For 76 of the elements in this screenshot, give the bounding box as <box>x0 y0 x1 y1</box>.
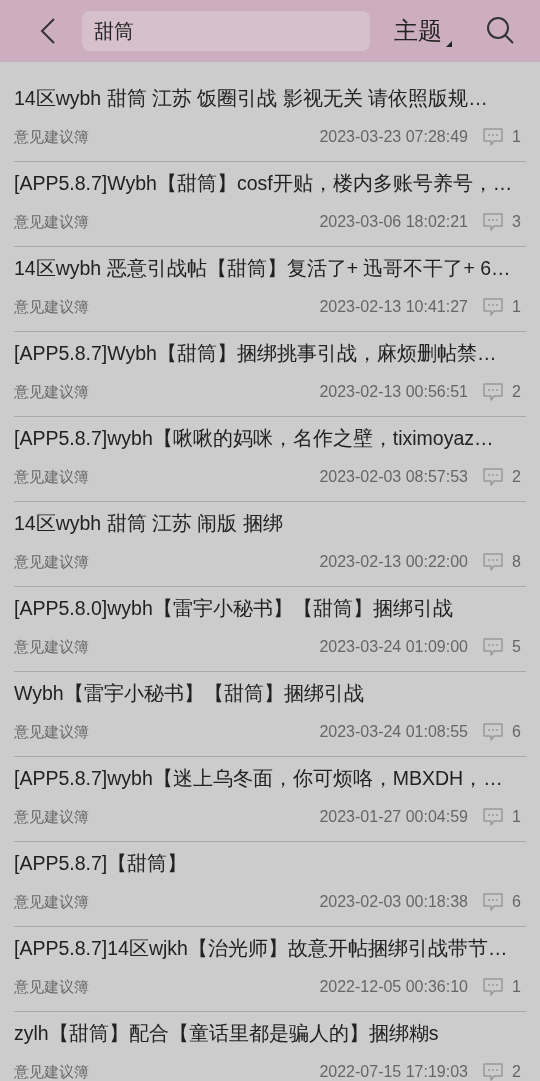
post-item[interactable]: [APP5.8.7]wybh【啾啾的妈咪，名作之壁，tiximoyaz… 意见建议簿 2023-02-03 08:57:53 2 <box>14 417 526 502</box>
board-name: 意见建议簿 <box>14 806 89 827</box>
reply-count: 8 <box>512 552 522 572</box>
board-name: 意见建议簿 <box>14 211 89 232</box>
comment-icon <box>482 722 504 742</box>
post-title: 14区wybh 甜筒 江苏 饭圈引战 影视无关 请依照版规… <box>14 86 489 111</box>
board-name: 意见建议簿 <box>14 891 89 912</box>
post-time: 2023-02-13 00:56:51 <box>319 382 468 402</box>
board-name: 意见建议簿 <box>14 296 89 317</box>
comment-icon <box>482 382 504 402</box>
post-time: 2023-03-23 07:28:49 <box>319 127 468 147</box>
board-name: 意见建议簿 <box>14 126 89 147</box>
post-title: 14区wybh 恶意引战帖【甜筒】复活了+ 迅哥不干了+ 6… <box>14 256 512 281</box>
post-time: 2022-07-15 17:19:03 <box>319 1062 468 1081</box>
post-item[interactable]: [APP5.8.7]【甜筒】 意见建议簿 2023-02-03 00:18:38 6 <box>14 842 526 927</box>
post-time: 2023-02-13 00:22:00 <box>319 552 468 572</box>
board-name: 意见建议簿 <box>14 721 89 742</box>
post-title: [APP5.8.7]14区wjkh【治光师】故意开帖捆绑引战带节… <box>14 936 509 961</box>
post-title: [APP5.8.7]wybh【啾啾的妈咪，名作之壁，tiximoyaz… <box>14 426 495 451</box>
comment-icon <box>482 807 504 827</box>
post-time: 2023-03-24 01:09:00 <box>319 637 468 657</box>
comment-icon <box>482 212 504 232</box>
post-item[interactable]: Wybh【雷宇小秘书】【甜筒】捆绑引战 意见建议簿 2023-03-24 01:08:55 6 <box>14 672 526 757</box>
post-item[interactable]: 14区wybh 甜筒 江苏 闹版 捆绑 意见建议簿 2023-02-13 00:22:00 8 <box>14 502 526 587</box>
reply-count: 6 <box>512 892 522 912</box>
filter-dropdown[interactable]: 主题 <box>394 13 452 49</box>
post-item[interactable]: [APP5.8.7]Wybh【甜筒】捆绑挑事引战，麻烦删帖禁… 意见建议簿 2023-02-13 00:56:51 2 <box>14 332 526 417</box>
comment-icon <box>482 977 504 997</box>
reply-count: 1 <box>512 977 522 997</box>
board-name: 意见建议簿 <box>14 381 89 402</box>
post-title: zylh【甜筒】配合【童话里都是骗人的】捆绑糊s <box>14 1021 440 1046</box>
board-name: 意见建议簿 <box>14 636 89 657</box>
comment-icon <box>482 1062 504 1081</box>
post-time: 2023-01-27 00:04:59 <box>319 807 468 827</box>
search-icon[interactable] <box>486 16 516 46</box>
post-time: 2023-02-03 08:57:53 <box>319 467 468 487</box>
board-name: 意见建议簿 <box>14 1061 89 1081</box>
reply-count: 5 <box>512 637 522 657</box>
board-name: 意见建议簿 <box>14 976 89 997</box>
reply-count: 3 <box>512 212 522 232</box>
post-item[interactable]: [APP5.8.7]Wybh【甜筒】cosf开贴，楼内多账号养号，… 意见建议簿 2023-03-06 18:02:21 3 <box>14 162 526 247</box>
comment-icon <box>482 892 504 912</box>
post-time: 2022-12-05 00:36:10 <box>319 977 468 997</box>
post-title: [APP5.8.7]Wybh【甜筒】捆绑挑事引战，麻烦删帖禁… <box>14 341 498 366</box>
search-field[interactable]: 甜筒 <box>82 11 370 51</box>
reply-count: 1 <box>512 807 522 827</box>
reply-count: 2 <box>512 1062 522 1081</box>
reply-count: 2 <box>512 467 522 487</box>
reply-count: 2 <box>512 382 522 402</box>
post-title: [APP5.8.7]【甜筒】 <box>14 851 189 876</box>
post-title: [APP5.8.7]wybh【迷上乌冬面，你可烦咯，MBXDH，… <box>14 766 504 791</box>
comment-icon <box>482 467 504 487</box>
post-item[interactable]: zylh【甜筒】配合【童话里都是骗人的】捆绑糊s 意见建议簿 2022-07-15 17:19:03 2 <box>14 1012 526 1081</box>
comment-icon <box>482 637 504 657</box>
comment-icon <box>482 297 504 317</box>
post-item[interactable]: [APP5.8.0]wybh【雷宇小秘书】【甜筒】捆绑引战 意见建议簿 2023-03-24 01:09:00 5 <box>14 587 526 672</box>
post-time: 2023-03-24 01:08:55 <box>319 722 468 742</box>
post-time: 2023-02-13 10:41:27 <box>319 297 468 317</box>
post-time: 2023-02-03 00:18:38 <box>319 892 468 912</box>
post-item[interactable]: 14区wybh 恶意引战帖【甜筒】复活了+ 迅哥不干了+ 6… 意见建议簿 2023-02-13 10:41:27 1 <box>14 247 526 332</box>
post-item[interactable]: [APP5.8.7]wybh【迷上乌冬面，你可烦咯，MBXDH，… 意见建议簿 2023-01-27 00:04:59 1 <box>14 757 526 842</box>
post-title: 14区wybh 甜筒 江苏 闹版 捆绑 <box>14 511 284 536</box>
post-item[interactable]: [APP5.8.7]14区wjkh【治光师】故意开帖捆绑引战带节… 意见建议簿 2022-12-05 00:36:10 1 <box>14 927 526 1012</box>
post-time: 2023-03-06 18:02:21 <box>319 212 468 232</box>
post-title: [APP5.8.0]wybh【雷宇小秘书】【甜筒】捆绑引战 <box>14 596 454 621</box>
post-title: [APP5.8.7]Wybh【甜筒】cosf开贴，楼内多账号养号，… <box>14 171 514 196</box>
comment-icon <box>482 552 504 572</box>
reply-count: 1 <box>512 297 522 317</box>
board-name: 意见建议簿 <box>14 551 89 572</box>
reply-count: 1 <box>512 127 522 147</box>
post-title: Wybh【雷宇小秘书】【甜筒】捆绑引战 <box>14 681 365 706</box>
board-name: 意见建议簿 <box>14 466 89 487</box>
reply-count: 6 <box>512 722 522 742</box>
post-item[interactable]: 14区wybh 甜筒 江苏 饭圈引战 影视无关 请依照版规… 意见建议簿 2023-03-23 07:28:49 1 <box>14 77 526 162</box>
dropdown-triangle-icon <box>446 41 452 47</box>
comment-icon <box>482 127 504 147</box>
